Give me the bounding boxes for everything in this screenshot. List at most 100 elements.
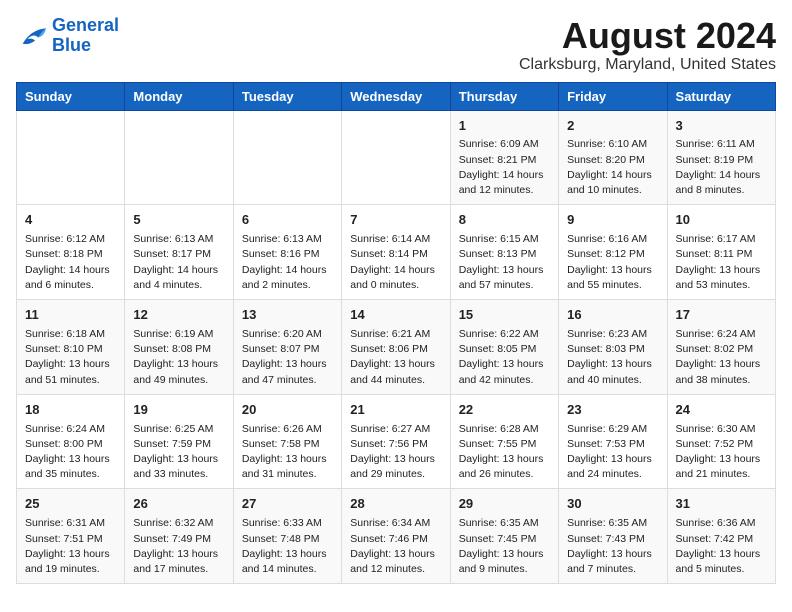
day-number: 9 [567, 211, 658, 230]
calendar-cell: 21 Sunrise: 6:27 AM Sunset: 7:56 PM Dayli… [342, 394, 450, 489]
day-number: 2 [567, 117, 658, 136]
day-info: Sunrise: 6:29 AM Sunset: 7:53 PM Dayligh… [567, 422, 658, 483]
day-info: Sunrise: 6:28 AM Sunset: 7:55 PM Dayligh… [459, 422, 550, 483]
day-info: Sunrise: 6:36 AM Sunset: 7:42 PM Dayligh… [676, 516, 767, 577]
logo-icon [16, 22, 48, 50]
calendar-table: SundayMondayTuesdayWednesdayThursdayFrid… [16, 82, 776, 585]
day-info: Sunrise: 6:09 AM Sunset: 8:21 PM Dayligh… [459, 137, 550, 198]
calendar-cell: 17 Sunrise: 6:24 AM Sunset: 8:02 PM Dayli… [667, 300, 775, 395]
day-info: Sunrise: 6:34 AM Sunset: 7:46 PM Dayligh… [350, 516, 441, 577]
day-info: Sunrise: 6:13 AM Sunset: 8:16 PM Dayligh… [242, 232, 333, 293]
day-number: 11 [25, 306, 116, 325]
day-number: 20 [242, 401, 333, 420]
day-number: 5 [133, 211, 224, 230]
weekday-header-thursday: Thursday [450, 82, 558, 110]
day-number: 31 [676, 495, 767, 514]
calendar-cell: 28 Sunrise: 6:34 AM Sunset: 7:46 PM Dayli… [342, 489, 450, 584]
calendar-cell: 27Sunrise: 6:33 AM Sunset: 7:48 PM Dayli… [233, 489, 341, 584]
day-number: 19 [133, 401, 224, 420]
day-number: 29 [459, 495, 550, 514]
day-info: Sunrise: 6:35 AM Sunset: 7:45 PM Dayligh… [459, 516, 550, 577]
day-info: Sunrise: 6:27 AM Sunset: 7:56 PM Dayligh… [350, 422, 441, 483]
day-info: Sunrise: 6:35 AM Sunset: 7:43 PM Dayligh… [567, 516, 658, 577]
calendar-week-4: 18 Sunrise: 6:24 AM Sunset: 8:00 PM Dayli… [17, 394, 776, 489]
calendar-cell: 14Sunrise: 6:21 AM Sunset: 8:06 PM Dayli… [342, 300, 450, 395]
calendar-subtitle: Clarksburg, Maryland, United States [519, 56, 776, 74]
day-number: 21 [350, 401, 441, 420]
calendar-cell: 8 Sunrise: 6:15 AM Sunset: 8:13 PM Daylig… [450, 205, 558, 300]
calendar-cell: 6 Sunrise: 6:13 AM Sunset: 8:16 PM Daylig… [233, 205, 341, 300]
day-number: 24 [676, 401, 767, 420]
day-number: 7 [350, 211, 441, 230]
calendar-week-2: 4Sunrise: 6:12 AM Sunset: 8:18 PM Daylig… [17, 205, 776, 300]
weekday-header-wednesday: Wednesday [342, 82, 450, 110]
calendar-cell: 29 Sunrise: 6:35 AM Sunset: 7:45 PM Dayli… [450, 489, 558, 584]
day-info: Sunrise: 6:18 AM Sunset: 8:10 PM Dayligh… [25, 327, 116, 388]
day-info: Sunrise: 6:31 AM Sunset: 7:51 PM Dayligh… [25, 516, 116, 577]
day-number: 27 [242, 495, 333, 514]
day-info: Sunrise: 6:14 AM Sunset: 8:14 PM Dayligh… [350, 232, 441, 293]
calendar-cell: 24 Sunrise: 6:30 AM Sunset: 7:52 PM Dayli… [667, 394, 775, 489]
calendar-cell: 1Sunrise: 6:09 AM Sunset: 8:21 PM Daylig… [450, 110, 558, 205]
day-number: 23 [567, 401, 658, 420]
day-info: Sunrise: 6:25 AM Sunset: 7:59 PM Dayligh… [133, 422, 224, 483]
weekday-header-saturday: Saturday [667, 82, 775, 110]
day-number: 1 [459, 117, 550, 136]
day-number: 12 [133, 306, 224, 325]
calendar-cell: 3Sunrise: 6:11 AM Sunset: 8:19 PM Daylig… [667, 110, 775, 205]
day-info: Sunrise: 6:15 AM Sunset: 8:13 PM Dayligh… [459, 232, 550, 293]
day-number: 8 [459, 211, 550, 230]
page-header: General Blue August 2024 Clarksburg, Mar… [16, 16, 776, 74]
day-info: Sunrise: 6:24 AM Sunset: 8:00 PM Dayligh… [25, 422, 116, 483]
calendar-cell [125, 110, 233, 205]
day-info: Sunrise: 6:11 AM Sunset: 8:19 PM Dayligh… [676, 137, 767, 198]
day-number: 4 [25, 211, 116, 230]
calendar-cell: 10 Sunrise: 6:17 AM Sunset: 8:11 PM Dayli… [667, 205, 775, 300]
calendar-cell: 16 Sunrise: 6:23 AM Sunset: 8:03 PM Dayli… [559, 300, 667, 395]
day-info: Sunrise: 6:30 AM Sunset: 7:52 PM Dayligh… [676, 422, 767, 483]
calendar-title: August 2024 [519, 16, 776, 56]
calendar-cell [17, 110, 125, 205]
calendar-cell: 26 Sunrise: 6:32 AM Sunset: 7:49 PM Dayli… [125, 489, 233, 584]
calendar-cell: 2Sunrise: 6:10 AM Sunset: 8:20 PM Daylig… [559, 110, 667, 205]
day-number: 30 [567, 495, 658, 514]
day-number: 16 [567, 306, 658, 325]
day-number: 10 [676, 211, 767, 230]
calendar-cell: 13Sunrise: 6:20 AM Sunset: 8:07 PM Dayli… [233, 300, 341, 395]
weekday-header-friday: Friday [559, 82, 667, 110]
day-number: 3 [676, 117, 767, 136]
day-info: Sunrise: 6:22 AM Sunset: 8:05 PM Dayligh… [459, 327, 550, 388]
calendar-cell: 15 Sunrise: 6:22 AM Sunset: 8:05 PM Dayli… [450, 300, 558, 395]
calendar-title-block: August 2024 Clarksburg, Maryland, United… [519, 16, 776, 74]
calendar-cell: 18 Sunrise: 6:24 AM Sunset: 8:00 PM Dayli… [17, 394, 125, 489]
day-number: 17 [676, 306, 767, 325]
weekday-header-tuesday: Tuesday [233, 82, 341, 110]
logo-text: General Blue [52, 16, 119, 56]
day-info: Sunrise: 6:24 AM Sunset: 8:02 PM Dayligh… [676, 327, 767, 388]
calendar-cell [233, 110, 341, 205]
logo: General Blue [16, 16, 119, 56]
calendar-week-5: 25 Sunrise: 6:31 AM Sunset: 7:51 PM Dayli… [17, 489, 776, 584]
day-info: Sunrise: 6:17 AM Sunset: 8:11 PM Dayligh… [676, 232, 767, 293]
calendar-week-1: 1Sunrise: 6:09 AM Sunset: 8:21 PM Daylig… [17, 110, 776, 205]
day-info: Sunrise: 6:23 AM Sunset: 8:03 PM Dayligh… [567, 327, 658, 388]
day-info: Sunrise: 6:19 AM Sunset: 8:08 PM Dayligh… [133, 327, 224, 388]
day-number: 15 [459, 306, 550, 325]
day-number: 13 [242, 306, 333, 325]
day-number: 28 [350, 495, 441, 514]
day-number: 14 [350, 306, 441, 325]
calendar-cell: 25 Sunrise: 6:31 AM Sunset: 7:51 PM Dayli… [17, 489, 125, 584]
day-number: 26 [133, 495, 224, 514]
calendar-cell: 31 Sunrise: 6:36 AM Sunset: 7:42 PM Dayli… [667, 489, 775, 584]
day-info: Sunrise: 6:32 AM Sunset: 7:49 PM Dayligh… [133, 516, 224, 577]
calendar-cell: 30 Sunrise: 6:35 AM Sunset: 7:43 PM Dayli… [559, 489, 667, 584]
day-info: Sunrise: 6:10 AM Sunset: 8:20 PM Dayligh… [567, 137, 658, 198]
day-number: 6 [242, 211, 333, 230]
calendar-week-3: 11 Sunrise: 6:18 AM Sunset: 8:10 PM Dayli… [17, 300, 776, 395]
calendar-cell: 19 Sunrise: 6:25 AM Sunset: 7:59 PM Dayli… [125, 394, 233, 489]
calendar-cell: 9Sunrise: 6:16 AM Sunset: 8:12 PM Daylig… [559, 205, 667, 300]
weekday-header-row: SundayMondayTuesdayWednesdayThursdayFrid… [17, 82, 776, 110]
calendar-cell [342, 110, 450, 205]
day-number: 25 [25, 495, 116, 514]
day-number: 18 [25, 401, 116, 420]
